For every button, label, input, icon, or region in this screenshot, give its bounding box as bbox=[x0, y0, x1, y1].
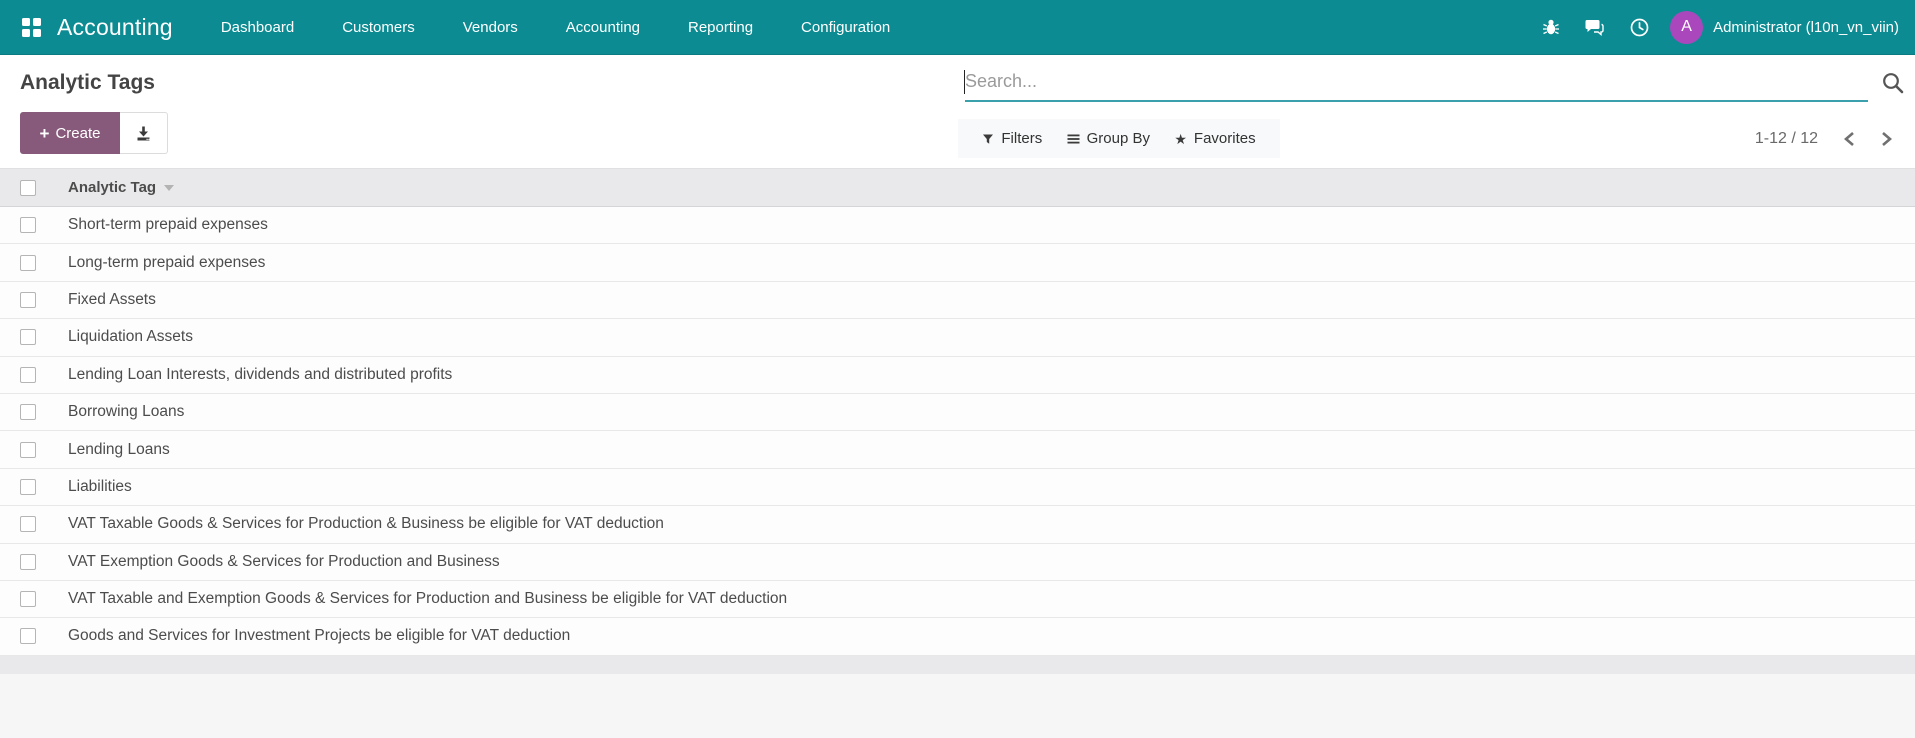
create-button-label: Create bbox=[55, 124, 101, 142]
row-checkbox[interactable] bbox=[20, 329, 36, 346]
row-label: Lending Loan Interests, dividends and di… bbox=[68, 365, 453, 383]
apps-grid-icon[interactable] bbox=[22, 17, 41, 37]
row-label: Liabilities bbox=[68, 477, 132, 495]
table-header: Analytic Tag bbox=[0, 168, 1915, 207]
row-label: VAT Taxable and Exemption Goods & Servic… bbox=[68, 590, 788, 608]
row-checkbox[interactable] bbox=[20, 254, 36, 271]
row-checkbox[interactable] bbox=[20, 628, 36, 645]
row-label: Lending Loans bbox=[68, 440, 170, 458]
row-checkbox[interactable] bbox=[20, 404, 36, 421]
table-row[interactable]: Short-term prepaid expenses bbox=[0, 207, 1915, 245]
table-row[interactable]: Long-term prepaid expenses bbox=[0, 244, 1915, 282]
search-options: Filters Group By ★ Favorites bbox=[958, 119, 1280, 158]
avatar-initial: A bbox=[1681, 18, 1692, 35]
content-background bbox=[0, 673, 1915, 738]
sort-caret-icon bbox=[164, 184, 175, 191]
menu-customers[interactable]: Customers bbox=[318, 0, 439, 55]
row-checkbox[interactable] bbox=[20, 291, 36, 308]
table-row[interactable]: Lending Loan Interests, dividends and di… bbox=[0, 356, 1915, 394]
select-all-checkbox[interactable] bbox=[20, 179, 36, 196]
table-row[interactable]: VAT Taxable and Exemption Goods & Servic… bbox=[0, 580, 1915, 619]
menu-vendors[interactable]: Vendors bbox=[439, 0, 542, 55]
row-checkbox[interactable] bbox=[20, 591, 36, 608]
row-checkbox[interactable] bbox=[20, 441, 36, 458]
filters-button[interactable]: Filters bbox=[982, 130, 1042, 147]
pager: 1-12 / 12 bbox=[1700, 119, 1900, 158]
table-row[interactable]: Goods and Services for Investment Projec… bbox=[0, 618, 1915, 656]
pager-next-button[interactable] bbox=[1872, 127, 1900, 151]
menu-configuration[interactable]: Configuration bbox=[777, 0, 914, 55]
favorites-button[interactable]: ★ Favorites bbox=[1174, 130, 1255, 147]
plus-icon: + bbox=[39, 123, 50, 143]
menu-dashboard[interactable]: Dashboard bbox=[197, 0, 318, 55]
navbar-right: A Administrator (l10n_vn_viin) bbox=[1518, 10, 1915, 44]
top-navbar: Accounting Dashboard Customers Vendors A… bbox=[0, 0, 1915, 55]
row-checkbox[interactable] bbox=[20, 217, 36, 234]
search-input[interactable] bbox=[965, 62, 1868, 102]
bars-icon bbox=[1067, 133, 1080, 145]
table-row[interactable]: Fixed Assets bbox=[0, 281, 1915, 320]
row-checkbox[interactable] bbox=[20, 478, 36, 495]
column-header-analytic-tag[interactable]: Analytic Tag bbox=[68, 179, 156, 196]
export-button[interactable] bbox=[120, 112, 168, 154]
table-footer-band bbox=[0, 655, 1915, 674]
row-checkbox[interactable] bbox=[20, 516, 36, 533]
row-label: Short-term prepaid expenses bbox=[68, 216, 268, 234]
row-label: Fixed Assets bbox=[68, 290, 156, 308]
main-menu: Dashboard Customers Vendors Accounting R… bbox=[197, 0, 914, 55]
table-row[interactable]: Lending Loans bbox=[0, 431, 1915, 469]
text-cursor bbox=[964, 70, 965, 94]
row-checkbox[interactable] bbox=[20, 553, 36, 570]
user-menu[interactable]: Administrator (l10n_vn_viin) bbox=[1713, 19, 1899, 36]
filters-label: Filters bbox=[1001, 130, 1043, 147]
funnel-icon bbox=[982, 133, 994, 145]
table-row[interactable]: Borrowing Loans bbox=[0, 393, 1915, 432]
pager-previous-button[interactable] bbox=[1836, 127, 1864, 151]
favorites-label: Favorites bbox=[1193, 130, 1256, 147]
user-avatar[interactable]: A bbox=[1670, 10, 1704, 44]
app-brand[interactable]: Accounting bbox=[57, 14, 173, 41]
search-icon[interactable] bbox=[1878, 68, 1908, 98]
table-row[interactable]: Liquidation Assets bbox=[0, 319, 1915, 357]
bug-icon[interactable] bbox=[1540, 16, 1562, 38]
group-by-label: Group By bbox=[1086, 130, 1150, 147]
pager-value[interactable]: 1-12 / 12 bbox=[1755, 130, 1818, 148]
table-row[interactable]: Liabilities bbox=[0, 468, 1915, 507]
page-title: Analytic Tags bbox=[20, 71, 155, 94]
row-label: VAT Taxable Goods & Services for Product… bbox=[68, 515, 664, 533]
row-label: Long-term prepaid expenses bbox=[68, 253, 266, 271]
clock-icon[interactable] bbox=[1628, 16, 1650, 38]
table-row[interactable]: VAT Taxable Goods & Services for Product… bbox=[0, 506, 1915, 544]
download-icon bbox=[135, 125, 152, 142]
chat-icon[interactable] bbox=[1584, 16, 1606, 38]
table-body: Short-term prepaid expenses Long-term pr… bbox=[0, 207, 1915, 656]
row-label: Liquidation Assets bbox=[68, 328, 193, 346]
menu-reporting[interactable]: Reporting bbox=[664, 0, 777, 55]
table-row[interactable]: VAT Exemption Goods & Services for Produ… bbox=[0, 543, 1915, 581]
menu-accounting[interactable]: Accounting bbox=[542, 0, 664, 55]
create-button[interactable]: + Create bbox=[20, 112, 120, 154]
row-checkbox[interactable] bbox=[20, 366, 36, 383]
search-bar bbox=[964, 62, 1868, 102]
star-icon: ★ bbox=[1174, 130, 1187, 147]
row-label: VAT Exemption Goods & Services for Produ… bbox=[68, 552, 500, 570]
group-by-button[interactable]: Group By bbox=[1067, 130, 1150, 147]
row-label: Borrowing Loans bbox=[68, 403, 185, 421]
row-label: Goods and Services for Investment Projec… bbox=[68, 627, 571, 645]
